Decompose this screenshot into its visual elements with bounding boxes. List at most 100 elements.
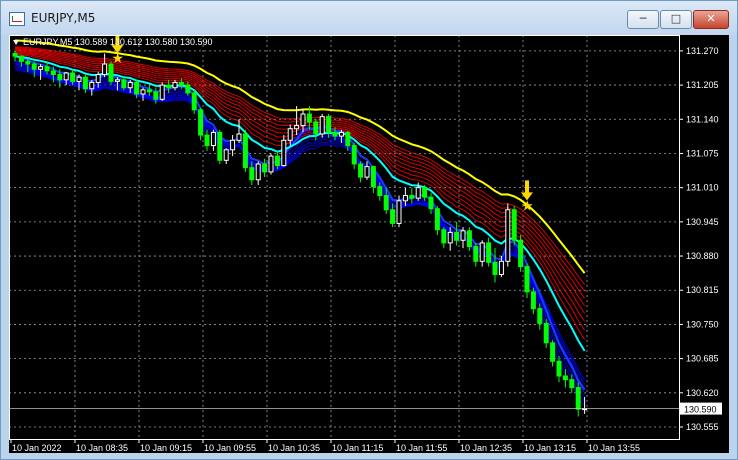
maximize-button[interactable]: □ xyxy=(660,10,692,29)
candle-body xyxy=(262,163,268,173)
candle-body xyxy=(50,70,56,76)
chart-menu-triangle-icon[interactable] xyxy=(13,40,19,45)
ma-ribbon-blue-line xyxy=(14,66,586,389)
candle-body xyxy=(204,134,210,147)
candle-body xyxy=(255,163,261,181)
candle-body xyxy=(274,155,280,167)
candle-body xyxy=(364,166,370,178)
ma-ribbon-red-line xyxy=(14,51,586,322)
candle-body xyxy=(428,196,434,210)
candle-body xyxy=(383,195,389,211)
candle-body xyxy=(114,79,120,82)
x-tick-label: 10 Jan 13:15 xyxy=(524,443,576,453)
candle-body xyxy=(146,89,152,93)
minimize-button[interactable]: ─ xyxy=(627,10,659,29)
candle-body xyxy=(326,116,332,133)
close-button[interactable]: ✕ xyxy=(693,10,729,29)
candle-body xyxy=(127,81,133,89)
ma-ribbon xyxy=(14,39,586,406)
chart-window: EURJPY,M5 ─ □ ✕ ★ ★ 131.270 131.205 131.140… xyxy=(0,0,738,460)
ma-ribbon-blue-line xyxy=(14,61,585,402)
candle-body xyxy=(57,74,63,81)
candle-body xyxy=(518,239,524,268)
ma-ribbon-blue-line xyxy=(14,64,586,394)
candle-body xyxy=(242,133,248,169)
candle-body xyxy=(569,379,575,389)
current-price-label: 130.590 xyxy=(684,405,717,415)
y-tick-label: 131.075 xyxy=(686,148,719,158)
candle-body xyxy=(44,66,50,72)
chart-canvas[interactable]: ★★ 131.270131.205131.140131.075131.01013… xyxy=(9,35,729,453)
candle-body xyxy=(505,209,511,262)
symbol-info: EURJPY,M5 130.589 130.612 130.580 130.59… xyxy=(23,37,213,47)
candle-body xyxy=(95,74,101,83)
window-title: EURJPY,M5 xyxy=(31,11,96,25)
candle-body xyxy=(447,231,453,244)
candle-body xyxy=(313,121,319,135)
sell-signal-1-star-icon: ★ xyxy=(111,50,124,66)
candle-body xyxy=(370,166,376,188)
candle-body xyxy=(18,55,24,62)
candle-body xyxy=(249,167,255,181)
y-tick-label: 130.750 xyxy=(686,319,719,329)
candle-body xyxy=(479,242,485,262)
candle-body xyxy=(236,133,242,141)
axes: 131.270 131.205 131.140 131.075 131.010 130.9… xyxy=(9,35,722,453)
candle-body xyxy=(454,231,460,241)
candle-body xyxy=(12,53,18,57)
candle-body xyxy=(198,109,204,136)
candle-body xyxy=(338,131,344,137)
candle-body xyxy=(460,230,466,241)
candle-body xyxy=(63,72,69,81)
candle-body xyxy=(191,92,197,111)
candles xyxy=(12,50,588,417)
candle-body xyxy=(287,128,293,141)
candle-body xyxy=(217,131,223,161)
candle-body xyxy=(345,131,351,147)
candle-body xyxy=(415,187,421,199)
candle-body xyxy=(166,84,172,89)
candle-body xyxy=(223,149,229,161)
candle-body xyxy=(530,291,536,310)
y-tick-label: 130.815 xyxy=(686,285,719,295)
candle-body xyxy=(102,63,108,76)
candle-body xyxy=(358,163,364,178)
ma-fast-line xyxy=(14,55,586,352)
y-tick-label: 130.685 xyxy=(686,354,719,364)
candle-body xyxy=(409,195,415,199)
candle-body xyxy=(537,308,543,324)
candle-body xyxy=(562,375,568,381)
candle-body xyxy=(134,81,140,95)
candle-body xyxy=(230,139,236,151)
candle-body xyxy=(396,200,402,224)
y-tick-label: 130.880 xyxy=(686,251,719,261)
candle-body xyxy=(434,208,440,231)
candle-body xyxy=(511,209,517,241)
candle-body xyxy=(441,229,447,244)
candle-body xyxy=(294,125,300,130)
candle-body xyxy=(38,66,44,70)
candle-body xyxy=(390,209,396,224)
candle-body xyxy=(575,387,581,410)
x-tick-label: 10 Jan 09:55 xyxy=(204,443,256,453)
candle-body xyxy=(210,131,216,147)
candle-body xyxy=(31,63,37,70)
candle-body xyxy=(89,81,95,90)
candle-body xyxy=(70,72,76,82)
candle-body xyxy=(268,155,274,173)
y-tick-label: 130.945 xyxy=(686,217,719,227)
candle-body xyxy=(422,187,428,198)
chart-window-icon xyxy=(9,12,25,26)
x-tick-label: 10 Jan 12:35 xyxy=(460,443,512,453)
y-tick-label: 130.620 xyxy=(686,388,719,398)
candle-body xyxy=(108,63,114,82)
x-tick-label: 10 Jan 11:55 xyxy=(396,443,447,453)
candle-body xyxy=(306,113,312,123)
price-chart[interactable]: ★ ★ 131.270 131.205 131.140 131.075 131.010 13… xyxy=(9,35,729,453)
title-bar[interactable]: EURJPY,M5 ─ □ ✕ xyxy=(1,1,737,35)
candle-body xyxy=(377,186,383,197)
x-tick-label: 10 Jan 13:55 xyxy=(588,443,640,453)
candle-body xyxy=(185,84,191,94)
candle-body xyxy=(556,360,562,377)
candle-body xyxy=(466,230,472,248)
